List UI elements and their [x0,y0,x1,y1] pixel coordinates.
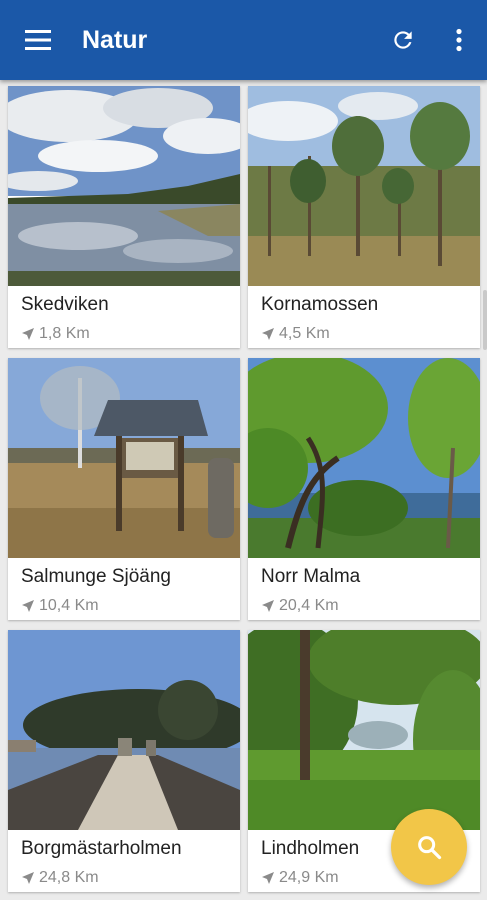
place-card[interactable]: Salmunge Sjöäng 10,4 Km [8,358,240,620]
search-fab-button[interactable] [391,809,467,885]
distance-label: 10,4 Km [39,597,99,614]
overflow-menu-button[interactable] [431,0,487,80]
place-card[interactable]: Skedviken 1,8 Km [8,86,240,348]
place-distance: 4,5 Km [261,325,330,343]
place-photo [8,358,240,558]
place-name: Skedviken [21,294,109,315]
distance-label: 4,5 Km [279,325,330,342]
place-distance: 20,4 Km [261,597,339,615]
place-photo [8,86,240,286]
place-name: Lindholmen [261,838,360,859]
search-icon [418,836,442,860]
distance-label: 24,9 Km [279,869,339,886]
more-vertical-icon [456,28,462,52]
refresh-button[interactable] [375,0,431,80]
place-card[interactable]: Kornamossen 4,5 Km [248,86,480,348]
navigation-arrow-icon [22,328,34,340]
place-name: Norr Malma [261,566,361,587]
app-bar: Natur [0,0,487,80]
distance-label: 1,8 Km [39,325,90,342]
place-card[interactable]: Norr Malma 20,4 Km [248,358,480,620]
navigation-arrow-icon [262,872,274,884]
place-distance: 1,8 Km [21,325,90,343]
distance-label: 20,4 Km [279,597,339,614]
place-name: Borgmästarholmen [21,838,182,859]
navigation-arrow-icon [22,872,34,884]
page-title: Natur [82,25,148,54]
place-photo [248,86,480,286]
navigation-arrow-icon [262,328,274,340]
menu-button[interactable] [0,0,76,80]
scroll-indicator [483,290,487,350]
place-distance: 24,8 Km [21,869,99,887]
place-card[interactable]: Borgmästarholmen 24,8 Km [8,630,240,892]
place-photo [8,630,240,830]
refresh-icon [394,31,412,49]
navigation-arrow-icon [22,600,34,612]
distance-label: 24,8 Km [39,869,99,886]
navigation-arrow-icon [262,600,274,612]
hamburger-menu-icon [25,30,51,50]
place-name: Salmunge Sjöäng [21,566,171,587]
place-distance: 24,9 Km [261,869,339,887]
place-distance: 10,4 Km [21,597,99,615]
place-name: Kornamossen [261,294,379,315]
place-photo [248,358,480,558]
place-photo [248,630,480,830]
